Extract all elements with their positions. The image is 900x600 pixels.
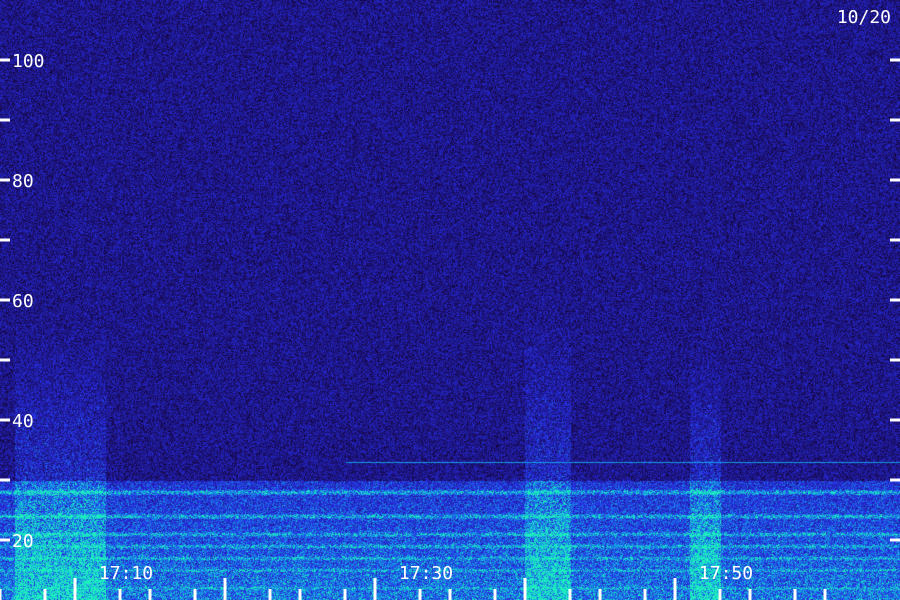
- y-tick-label: 40: [12, 411, 34, 432]
- y-tick-label: 80: [12, 171, 34, 192]
- y-tick-right: [890, 298, 900, 302]
- x-tick-label: 17:10: [99, 563, 153, 584]
- x-tick: [0, 589, 2, 600]
- x-tick: [643, 589, 647, 600]
- x-tick: [718, 589, 722, 600]
- x-tick: [568, 589, 572, 600]
- x-tick: [373, 578, 377, 600]
- y-axis-ticks: [0, 58, 900, 542]
- y-tick-left: [0, 298, 10, 302]
- y-axis-tick-labels: 20 40 60 80 100: [12, 51, 45, 552]
- x-tick-label: 17:30: [399, 563, 453, 584]
- chart-axes-overlay: 20 40 60 80 100 17:10 17:30 17:50 10/20: [0, 7, 900, 600]
- x-tick: [343, 589, 347, 600]
- y-tick-label: 20: [12, 531, 34, 552]
- x-tick: [118, 589, 122, 600]
- y-tick-left: [0, 178, 10, 182]
- x-tick: [493, 589, 497, 600]
- x-tick: [448, 589, 452, 600]
- x-tick: [298, 589, 302, 600]
- y-tick-right: [890, 538, 900, 542]
- y-tick-right: [890, 58, 900, 62]
- y-tick-left: [0, 58, 10, 62]
- x-tick: [148, 589, 152, 600]
- x-axis-tick-labels: 17:10 17:30 17:50: [99, 563, 753, 584]
- x-tick: [193, 589, 197, 600]
- x-tick: [523, 578, 527, 600]
- x-tick: [823, 589, 827, 600]
- y-tick-right: [890, 478, 900, 482]
- date-label: 10/20: [837, 7, 891, 28]
- x-tick: [418, 589, 422, 600]
- y-tick-label: 100: [12, 51, 45, 72]
- x-tick: [268, 589, 272, 600]
- y-tick-right: [890, 238, 900, 242]
- y-tick-left: [0, 238, 10, 242]
- x-tick: [43, 589, 47, 600]
- y-tick-left: [0, 418, 10, 422]
- y-tick-label: 60: [12, 291, 34, 312]
- x-tick: [673, 578, 677, 600]
- x-tick: [73, 578, 77, 600]
- y-tick-left: [0, 358, 10, 362]
- x-tick: [223, 578, 227, 600]
- y-tick-right: [890, 358, 900, 362]
- x-tick-label: 17:50: [699, 563, 753, 584]
- x-tick: [793, 589, 797, 600]
- x-tick: [598, 589, 602, 600]
- y-tick-left: [0, 118, 10, 122]
- y-tick-right: [890, 418, 900, 422]
- y-tick-left: [0, 478, 10, 482]
- x-tick: [748, 589, 752, 600]
- y-tick-right: [890, 178, 900, 182]
- y-tick-right: [890, 118, 900, 122]
- y-tick-left: [0, 538, 10, 542]
